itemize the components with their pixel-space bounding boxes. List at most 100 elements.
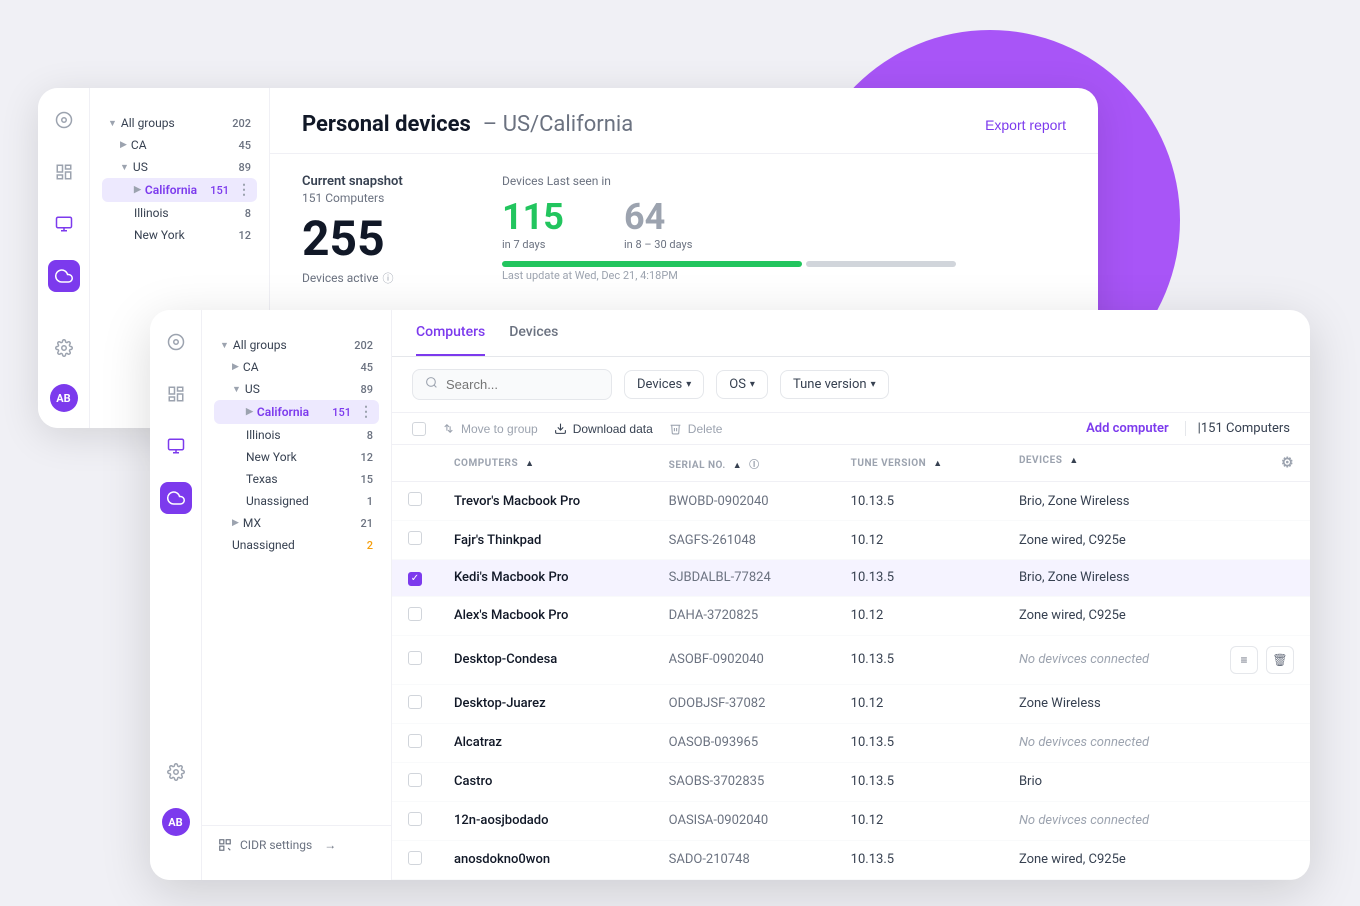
table-row[interactable]: Desktop-CondesaASOBF-090204010.13.5No de… xyxy=(392,635,1310,684)
table-row[interactable]: AlcatrazOASOB-09396510.13.5No devivces c… xyxy=(392,723,1310,762)
devices-cell: Zone wired, C925e xyxy=(1003,596,1310,635)
table-row[interactable]: Desktop-JuarezODOBJSF-3708210.12Zone Wir… xyxy=(392,684,1310,723)
col-checkbox xyxy=(392,445,438,482)
front-nav-unassigned2[interactable]: Unassigned 2 xyxy=(214,534,379,556)
back-icon-book[interactable] xyxy=(48,156,80,188)
more-icon[interactable]: ⋮ xyxy=(359,404,373,420)
devices-last-seen: Devices Last seen in 115 in 7 days 64 in… xyxy=(502,174,1066,286)
table-settings-icon[interactable]: ⚙ xyxy=(1281,455,1294,471)
back-icon-home[interactable] xyxy=(48,104,80,136)
serial-number: SAGFS-261048 xyxy=(653,521,835,560)
chevron-down-icon: ▾ xyxy=(750,379,755,390)
download-data-button[interactable]: Download data xyxy=(554,422,653,436)
delete-button[interactable]: Delete xyxy=(669,422,723,436)
front-panel: AB ▼ All groups 202 ▶ CA 45 ▼ US 89 ▶ Ca… xyxy=(150,310,1310,880)
front-icon-cloud[interactable] xyxy=(160,482,192,514)
tab-devices[interactable]: Devices xyxy=(509,310,558,356)
computer-name: Desktop-Juarez xyxy=(438,684,653,723)
move-label: Move to group xyxy=(461,422,538,436)
front-nav-allgroups[interactable]: ▼ All groups 202 xyxy=(214,334,379,356)
chevron-icon: ▼ xyxy=(120,162,129,173)
front-icon-gear[interactable] xyxy=(160,756,192,788)
back-page-title: Personal devices xyxy=(302,112,471,137)
chevron-icon: ▼ xyxy=(232,384,241,395)
front-nav-illinois[interactable]: Illinois 8 xyxy=(214,424,379,446)
snapshot-sub: 151 Computers xyxy=(302,191,462,205)
tab-computers[interactable]: Computers xyxy=(416,310,485,356)
devices-cell: Zone wired, C925e xyxy=(1003,521,1310,560)
front-nav-unassigned1[interactable]: Unassigned 1 xyxy=(214,490,379,512)
row-checkbox[interactable] xyxy=(408,492,422,506)
serial-info-icon[interactable]: ⓘ xyxy=(749,460,760,471)
filter-os-button[interactable]: OS ▾ xyxy=(716,370,768,399)
col-computers[interactable]: COMPUTERS ▲ xyxy=(438,445,653,482)
computers-count: |151 Computers xyxy=(1185,421,1290,436)
table-row[interactable]: Trevor's Macbook ProBWOBD-090204010.13.5… xyxy=(392,482,1310,521)
front-nav-ca[interactable]: ▶ CA 45 xyxy=(214,356,379,378)
front-nav-mx[interactable]: ▶ MX 21 xyxy=(214,512,379,534)
chevron-icon: ▶ xyxy=(232,518,239,528)
export-report-button[interactable]: Export report xyxy=(985,117,1066,133)
gray-label: in 8 – 30 days xyxy=(624,238,692,251)
back-icon-gear[interactable] xyxy=(48,332,80,364)
back-nav-us[interactable]: ▼ US 89 xyxy=(102,156,257,178)
filter-tune-button[interactable]: Tune version ▾ xyxy=(780,370,889,399)
table-row[interactable]: ✓Kedi's Macbook ProSJBDALBL-7782410.13.5… xyxy=(392,560,1310,597)
back-icon-monitor[interactable] xyxy=(48,208,80,240)
chevron-down-icon: ▾ xyxy=(871,379,876,390)
computer-name: Castro xyxy=(438,762,653,801)
row-checkbox[interactable] xyxy=(408,734,422,748)
row-checkbox[interactable] xyxy=(408,773,422,787)
row-checkbox[interactable] xyxy=(408,531,422,545)
front-icon-home[interactable] xyxy=(160,326,192,358)
serial-number: BWOBD-0902040 xyxy=(653,879,835,880)
back-nav-california[interactable]: ▶ California 151 ⋮ xyxy=(102,178,257,202)
select-all-checkbox[interactable] xyxy=(412,422,426,436)
back-avatar[interactable]: AB xyxy=(50,384,78,412)
front-nav-newyork[interactable]: New York 12 xyxy=(214,446,379,468)
table-row[interactable]: 12n-aosjbodadoOASISA-090204010.12No devi… xyxy=(392,801,1310,840)
table-row[interactable]: Fajr's ThinkpadSAGFS-26104810.12Zone wir… xyxy=(392,521,1310,560)
front-nav-us[interactable]: ▼ US 89 xyxy=(214,378,379,400)
back-stats-section: Current snapshot 151 Computers 255 Devic… xyxy=(270,154,1098,306)
move-to-group-button[interactable]: Move to group xyxy=(442,422,538,436)
devices-cell: Zone wired, C925e xyxy=(1003,879,1310,880)
back-icon-cloud[interactable] xyxy=(48,260,80,292)
devices-cell: Zone wired, C925e xyxy=(1003,840,1310,879)
cidr-settings-button[interactable]: CIDR settings → xyxy=(202,825,391,864)
front-sidebar: ▼ All groups 202 ▶ CA 45 ▼ US 89 ▶ Calif… xyxy=(202,310,392,880)
chevron-icon: ▼ xyxy=(108,118,117,129)
front-avatar[interactable]: AB xyxy=(162,808,190,836)
delete-row-button[interactable]: 🗑 xyxy=(1266,646,1294,674)
search-input[interactable] xyxy=(446,377,586,392)
serial-number: DAHA-3720825 xyxy=(653,596,835,635)
back-nav-newyork[interactable]: New York 12 xyxy=(102,224,257,246)
back-nav-ca[interactable]: ▶ CA 45 xyxy=(102,134,257,156)
table-row[interactable]: HoosicBWOBD-090204010.12Zone wired, C925… xyxy=(392,879,1310,880)
table-row[interactable]: Alex's Macbook ProDAHA-372082510.12Zone … xyxy=(392,596,1310,635)
front-icon-book[interactable] xyxy=(160,378,192,410)
computer-name: Alcatraz xyxy=(438,723,653,762)
front-icon-monitor[interactable] xyxy=(160,430,192,462)
row-checkbox[interactable] xyxy=(408,651,422,665)
table-row[interactable]: anosdokno0wonSADO-21074810.13.5Zone wire… xyxy=(392,840,1310,879)
back-page-subtitle: – US/California xyxy=(483,112,633,137)
more-icon[interactable]: ⋮ xyxy=(237,182,251,198)
filter-devices-button[interactable]: Devices ▾ xyxy=(624,370,704,399)
col-tune[interactable]: TUNE VERSION ▲ xyxy=(835,445,1003,482)
computer-name: Alex's Macbook Pro xyxy=(438,596,653,635)
add-computer-button[interactable]: Add computer xyxy=(1086,421,1169,436)
front-nav-texas[interactable]: Texas 15 xyxy=(214,468,379,490)
front-nav-california[interactable]: ▶ California 151 ⋮ xyxy=(214,400,379,424)
row-checkbox[interactable] xyxy=(408,812,422,826)
row-checkbox[interactable] xyxy=(408,695,422,709)
row-checkbox[interactable] xyxy=(408,607,422,621)
row-checkbox[interactable] xyxy=(408,851,422,865)
back-nav-allgroups[interactable]: ▼ All groups 202 xyxy=(102,112,257,134)
table-row[interactable]: CastroSAOBS-370283510.13.5Brio xyxy=(392,762,1310,801)
row-checkbox[interactable]: ✓ xyxy=(408,572,422,586)
back-nav-illinois[interactable]: Illinois 8 xyxy=(102,202,257,224)
edit-button[interactable]: ≡ xyxy=(1230,646,1258,674)
col-devices[interactable]: DEVICES ▲ ⚙ xyxy=(1003,445,1310,482)
col-serial[interactable]: SERIAL NO. ▲ ⓘ xyxy=(653,445,835,482)
